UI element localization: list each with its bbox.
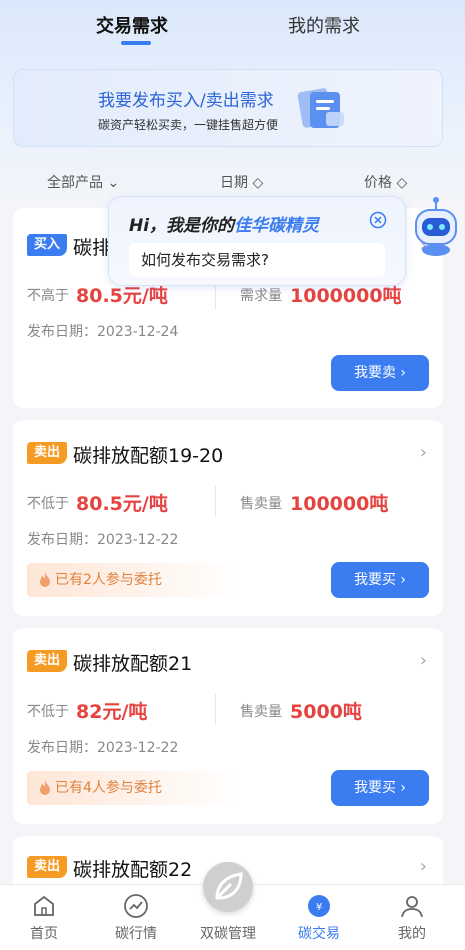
svg-text:¥: ¥: [316, 902, 322, 913]
sell-tag: 卖出: [27, 442, 67, 464]
nav-me-label: 我的: [398, 926, 426, 942]
nav-dual-carbon-label: 双碳管理: [200, 926, 256, 942]
publish-date: 发布日期：2023-12-24: [27, 324, 179, 340]
buy-tag: 买入: [27, 234, 67, 256]
nav-market[interactable]: 碳行情: [96, 885, 176, 950]
trend-icon: [124, 894, 148, 918]
quantity-label: 售卖量: [240, 704, 282, 720]
publish-date: 发布日期：2023-12-22: [27, 740, 179, 756]
tab-trade-demand[interactable]: 交易需求: [96, 12, 168, 38]
suggested-question[interactable]: 如何发布交易需求?: [129, 243, 385, 277]
demand-card[interactable]: 卖出 碳排放配额21 › 不低于 82元/吨 售卖量 5000吨 发布日期：20…: [13, 628, 443, 824]
participants-hint: 已有2人参与委托: [27, 563, 241, 597]
nav-me[interactable]: 我的: [372, 885, 452, 950]
filter-date[interactable]: 日期 ◇: [220, 172, 263, 192]
chevron-right-icon: ›: [419, 650, 427, 671]
nav-market-label: 碳行情: [115, 926, 157, 942]
card-title: 碳排放配额19-20: [73, 445, 224, 467]
quantity-label: 需求量: [240, 288, 282, 304]
participants-text: 已有4人参与委托: [55, 780, 162, 796]
card-title: 碳排放配额22: [73, 859, 193, 881]
flame-icon: [40, 572, 50, 587]
user-icon: [401, 896, 423, 918]
popup-greeting: Hi，我是你的佳华碳精灵: [129, 211, 319, 236]
participants-text: 已有2人参与委托: [55, 572, 162, 588]
sell-button[interactable]: 我要卖 ›: [331, 355, 429, 391]
filter-product[interactable]: 全部产品 ⌄: [47, 172, 119, 192]
chevron-right-icon: ›: [419, 442, 427, 463]
participants-hint: 已有4人参与委托: [27, 771, 241, 805]
price-value: 80.5元/吨: [76, 493, 168, 515]
buy-button[interactable]: 我要买 ›: [331, 562, 429, 598]
publish-demand-banner[interactable]: 我要发布买入/卖出需求 碳资产轻松买卖，一键挂售超方便: [13, 69, 443, 147]
nav-home-label: 首页: [30, 926, 58, 942]
greeting-text: Hi，我是你的: [129, 216, 235, 236]
active-tab-indicator: [121, 41, 151, 45]
leaf-shape: [215, 872, 243, 900]
tab-my-demand[interactable]: 我的需求: [288, 12, 360, 38]
top-tabs: 交易需求 我的需求: [0, 0, 465, 52]
nav-home[interactable]: 首页: [4, 885, 84, 950]
flame-icon: [40, 780, 50, 795]
trade-icon: ¥: [308, 895, 330, 917]
nav-trade-label: 碳交易: [298, 926, 340, 942]
buy-button[interactable]: 我要买 ›: [331, 770, 429, 806]
sell-tag: 卖出: [27, 650, 67, 672]
demand-card[interactable]: 卖出 碳排放配额19-20 › 不低于 80.5元/吨 售卖量 100000吨 …: [13, 420, 443, 616]
chevron-right-icon: ›: [419, 856, 427, 877]
robot-assistant-icon[interactable]: [412, 196, 460, 258]
card-title: 碳排放配额21: [73, 653, 193, 675]
home-icon: [34, 895, 54, 916]
price-label: 不低于: [27, 704, 69, 720]
filter-bar: 全部产品 ⌄ 日期 ◇ 价格 ◇: [0, 168, 465, 196]
price-value: 82元/吨: [76, 701, 148, 723]
close-icon[interactable]: [369, 211, 387, 229]
filter-price[interactable]: 价格 ◇: [364, 172, 407, 192]
publish-date: 发布日期：2023-12-22: [27, 532, 179, 548]
price-label: 不低于: [27, 496, 69, 512]
price-label: 不高于: [27, 288, 69, 304]
quantity-label: 售卖量: [240, 496, 282, 512]
quantity-value: 100000吨: [290, 493, 389, 515]
assistant-popup: Hi，我是你的佳华碳精灵 如何发布交易需求?: [108, 196, 406, 286]
nav-trade[interactable]: ¥ 碳交易: [279, 885, 359, 950]
leaf-icon[interactable]: [203, 862, 253, 912]
divider: [215, 486, 216, 516]
sell-tag: 卖出: [27, 856, 67, 878]
document-icon: [297, 88, 344, 128]
banner-subtitle: 碳资产轻松买卖，一键挂售超方便: [98, 118, 279, 132]
divider: [215, 694, 216, 724]
assistant-name: 佳华碳精灵: [234, 216, 320, 236]
quantity-value: 5000吨: [290, 701, 362, 723]
banner-title: 我要发布买入/卖出需求: [98, 91, 274, 111]
